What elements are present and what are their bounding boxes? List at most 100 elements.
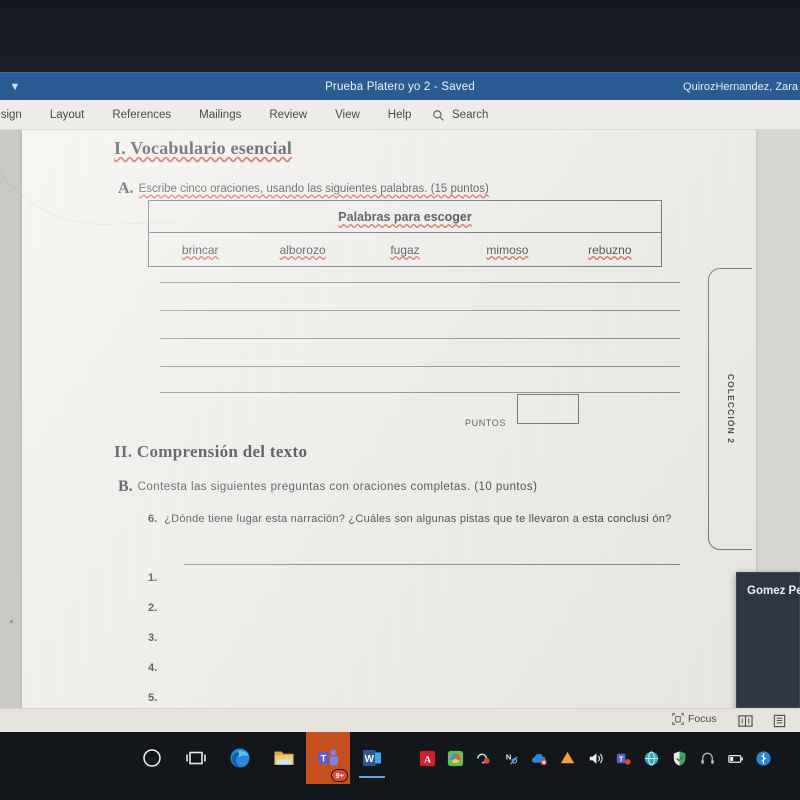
answer-number-4: 4. <box>148 662 158 674</box>
svg-text:W: W <box>364 754 374 765</box>
question-6-text: ¿Dónde tiene lugar esta narración? ¿Cuál… <box>164 513 672 525</box>
word-alborozo: alborozo <box>279 242 326 257</box>
instruction-a-text: Escribe cinco oraciones, usando las sigu… <box>138 183 489 195</box>
word-bank-header-text: Palabras para escoger <box>338 210 472 224</box>
word-brincar: brincar <box>181 242 219 257</box>
svg-text:N: N <box>506 752 511 761</box>
word-bank-row: brincar alborozo fugaz mimoso rebuzno <box>149 233 661 266</box>
word-bank-cell: brincar <box>149 243 251 257</box>
word-bank-cell: mimoso <box>456 243 558 257</box>
document-workspace: I. Vocabulario esencial A. Escribe cinco … <box>0 130 800 708</box>
word-mimoso: mimoso <box>486 242 529 257</box>
puntos-label: PUNTOS <box>465 418 506 428</box>
answer-number-5: 5. <box>148 692 158 704</box>
tab-view[interactable]: View <box>321 100 374 130</box>
section-heading-comprension: II. Comprensión del texto <box>114 442 307 462</box>
focus-mode-button[interactable]: Focus <box>672 713 717 725</box>
drive-icon[interactable] <box>558 749 577 768</box>
tab-review[interactable]: Review <box>255 100 321 130</box>
search-label: Search <box>452 109 489 121</box>
task-view-icon <box>186 751 206 765</box>
globe-icon[interactable] <box>642 749 661 768</box>
word-bank-header: Palabras para escoger <box>149 201 661 233</box>
section-one-heading-text: I. Vocabulario esencial <box>114 138 293 158</box>
windows-taskbar: T 9+ W A N T <box>0 732 800 800</box>
cortana-button[interactable] <box>130 732 174 784</box>
defender-shield-icon[interactable] <box>670 749 689 768</box>
photos-icon[interactable] <box>446 749 465 768</box>
instruction-a-letter: A. <box>118 180 134 197</box>
answer-line <box>160 338 680 339</box>
word-icon: W <box>363 750 381 766</box>
coleccion-side-tab: COLECCIÓN 2 <box>708 268 752 550</box>
document-page[interactable]: I. Vocabulario esencial A. Escribe cinco … <box>0 130 756 708</box>
instruction-b: B. Contesta las siguientes preguntas con … <box>118 478 537 496</box>
section-two-heading-text: II. Comprensión del texto <box>114 442 308 461</box>
instruction-a: A. Escribe cinco oraciones, usando las si… <box>118 180 489 198</box>
instruction-b-text: Contesta las siguientes preguntas con or… <box>137 481 538 493</box>
headphones-icon[interactable] <box>698 749 717 768</box>
answer-line <box>160 282 680 283</box>
edge-button[interactable] <box>218 732 262 784</box>
svg-text:T: T <box>321 753 327 763</box>
word-status-bar: Focus <box>0 708 800 732</box>
edge-icon <box>230 748 250 768</box>
floating-notification-panel[interactable]: Gomez Pe <box>736 572 800 708</box>
tab-mailings[interactable]: Mailings <box>185 100 255 130</box>
file-explorer-icon <box>274 751 294 765</box>
file-explorer-button[interactable] <box>262 732 306 784</box>
instruction-b-letter: B. <box>118 478 133 495</box>
tab-help[interactable]: Help <box>374 100 426 130</box>
desktop-background-top <box>0 0 800 72</box>
answer-line <box>160 392 680 393</box>
focus-label: Focus <box>688 713 717 725</box>
teams-button[interactable]: T 9+ <box>306 732 350 784</box>
document-content: I. Vocabulario esencial A. Escribe cinco … <box>22 130 756 708</box>
svg-text:T: T <box>619 755 624 763</box>
question-6: 6. ¿Dónde tiene lugar esta narración? ¿Cu… <box>148 512 678 528</box>
question-6-number: 6. <box>148 513 158 525</box>
snip-icon[interactable]: N <box>502 749 521 768</box>
word-fugaz: fugaz <box>390 242 420 257</box>
tab-references[interactable]: References <box>98 100 185 130</box>
svg-text:A: A <box>424 755 431 765</box>
section-heading-vocabulario: I. Vocabulario esencial <box>114 138 292 159</box>
taskbar-pinned-apps: T 9+ W <box>130 732 394 784</box>
tab-design[interactable]: Design <box>0 100 36 130</box>
battery-icon[interactable] <box>726 749 745 768</box>
read-mode-icon[interactable] <box>738 714 753 728</box>
account-name[interactable]: QuirozHernandez, Zara <box>683 73 800 101</box>
screen-capture: ▼ Prueba Platero yo 2 - Saved QuirozHern… <box>0 0 800 800</box>
coleccion-side-tab-label: COLECCIÓN 2 <box>725 373 736 445</box>
answer-number-3: 3. <box>148 632 158 644</box>
print-layout-icon[interactable] <box>772 714 787 728</box>
ribbon-tabs: Design Layout References Mailings Review… <box>0 100 425 130</box>
answer-divider-line <box>184 564 680 565</box>
teams-tray-icon[interactable]: T <box>614 749 633 768</box>
word-title-bar: ▼ Prueba Platero yo 2 - Saved QuirozHern… <box>0 72 800 100</box>
teams-badge: 9+ <box>331 769 348 782</box>
answer-line <box>160 310 680 311</box>
answer-number-2: 2. <box>148 602 158 614</box>
adobe-acrobat-icon[interactable]: A <box>418 749 437 768</box>
page-speck <box>10 620 13 623</box>
tab-layout[interactable]: Layout <box>36 100 99 130</box>
ribbon-tab-strip: Design Layout References Mailings Review… <box>0 100 800 130</box>
cortana-icon <box>143 749 161 767</box>
answer-line <box>160 366 680 367</box>
goto-icon[interactable] <box>474 749 493 768</box>
search-box[interactable]: Search <box>432 100 488 130</box>
bluetooth-icon[interactable] <box>754 749 773 768</box>
task-view-button[interactable] <box>174 732 218 784</box>
word-active-underline <box>359 776 385 778</box>
word-button[interactable]: W <box>350 732 394 784</box>
volume-icon[interactable] <box>586 749 605 768</box>
document-title: Prueba Platero yo 2 - Saved <box>325 81 475 93</box>
answer-number-1: 1. <box>148 572 158 584</box>
puntos-score-box[interactable] <box>517 394 579 424</box>
search-icon <box>433 109 444 121</box>
teams-icon: T <box>318 749 338 766</box>
word-bank-cell: rebuzno <box>559 243 661 257</box>
onedrive-icon[interactable] <box>530 749 549 768</box>
focus-icon <box>672 713 684 725</box>
